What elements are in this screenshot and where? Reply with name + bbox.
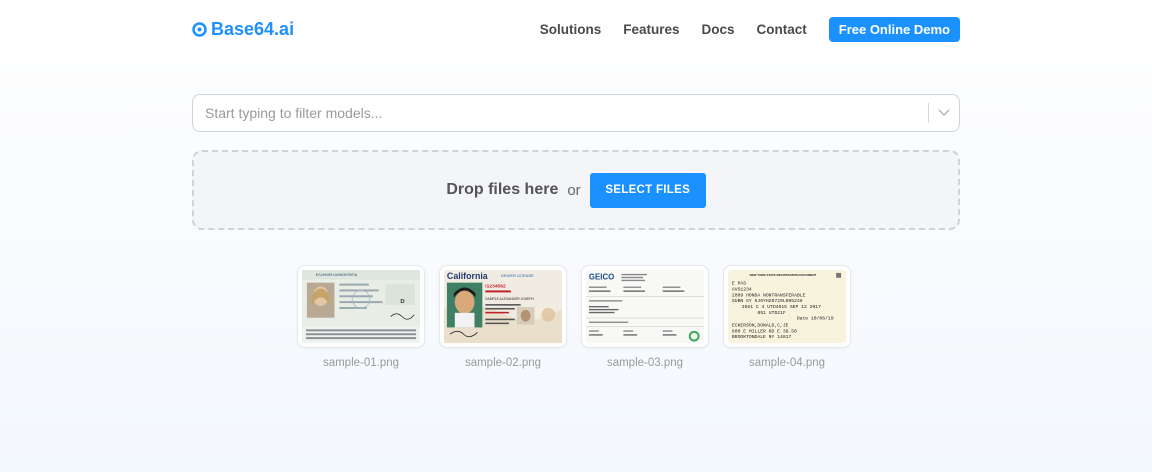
sample-dl-text: I1234562 — [485, 284, 506, 290]
sample-thumbnail[interactable]: GEICO — [581, 265, 709, 348]
sample-item[interactable]: ΕΛΛΗΝΙΚΗ ΔΗΜΟΚΡΑΤΙΑ D sample-01.png — [297, 265, 425, 369]
sample-filename: sample-01.png — [322, 357, 400, 369]
sample-line: 051 UTD21F — [758, 310, 786, 316]
sample-item[interactable]: NEW YORK STATE REGISTRATION DOCUMENT E P… — [723, 265, 851, 369]
brand-name: Base64.ai — [211, 18, 295, 39]
sample-thumbnail[interactable]: California DRIVER LICENSE I1234562 SAMPL… — [439, 265, 567, 348]
chevron-down-icon[interactable] — [929, 109, 959, 117]
top-nav: Base64.ai Solutions Features Docs Contac… — [192, 16, 960, 42]
nav-contact[interactable]: Contact — [757, 22, 807, 37]
sample-header-text: NEW YORK STATE REGISTRATION DOCUMENT — [750, 273, 817, 277]
svg-text:D: D — [400, 299, 404, 305]
free-demo-button[interactable]: Free Online Demo — [828, 16, 960, 42]
sample-line: Date 10/06/19 — [797, 316, 834, 322]
sample-line: E PAS — [732, 281, 746, 287]
dropzone-or: or — [567, 181, 581, 199]
sample-line: BROOKTONDALE NY 14817 — [732, 334, 792, 340]
sample-item[interactable]: California DRIVER LICENSE I1234562 SAMPL… — [439, 265, 567, 369]
file-dropzone[interactable]: Drop files here or SELECT FILES — [192, 150, 960, 230]
dropzone-text: Drop files here — [446, 181, 559, 198]
nav-features[interactable]: Features — [623, 22, 679, 37]
sample-header-text: GEICO — [589, 273, 614, 282]
nav-solutions[interactable]: Solutions — [540, 22, 602, 37]
sample-filename: sample-02.png — [464, 357, 542, 369]
sample-line: 2009 HONDA NONTRANSFERABLE — [732, 292, 806, 298]
nav-docs[interactable]: Docs — [701, 22, 734, 37]
model-filter — [192, 94, 960, 132]
nav-menu: Solutions Features Docs Contact Free Onl… — [518, 16, 960, 42]
sample-line: ECKERSON,DONALD,C,JE — [732, 322, 789, 328]
sample-thumbnail[interactable]: ΕΛΛΗΝΙΚΗ ΔΗΜΟΚΡΑΤΙΑ D — [297, 265, 425, 348]
sample-header-text: California — [447, 271, 488, 281]
sample-badge-text: DRIVER LICENSE — [501, 273, 534, 278]
sample-name-text: SAMPLE ALEXANDER JOSEPH — [485, 297, 534, 301]
sample-filename: sample-04.png — [748, 357, 826, 369]
sample-thumbnail[interactable]: NEW YORK STATE REGISTRATION DOCUMENT E P… — [723, 265, 851, 348]
sample-line: AVS1234 — [732, 286, 752, 292]
target-icon — [192, 21, 207, 37]
sample-gallery: ΕΛΛΗΝΙΚΗ ΔΗΜΟΚΡΑΤΙΑ D sample-01.png Cali… — [297, 265, 851, 369]
sample-header-text: ΕΛΛΗΝΙΚΗ ΔΗΜΟΚΡΑΤΙΑ — [316, 273, 358, 277]
select-files-button[interactable]: SELECT FILES — [589, 172, 706, 208]
sample-filename: sample-03.png — [606, 357, 684, 369]
sample-item[interactable]: GEICO sample-03.png — [581, 265, 709, 369]
model-filter-input[interactable] — [193, 95, 928, 131]
sample-line: 3561 C 4 UTD4015 SEP 12 2017 — [742, 304, 821, 310]
brand-logo[interactable]: Base64.ai — [192, 19, 294, 40]
sample-line: 800 E MILLER RD E 39.50 — [732, 328, 797, 334]
sample-line: SUBN GY 5J6YH28729L005246 — [732, 298, 803, 304]
